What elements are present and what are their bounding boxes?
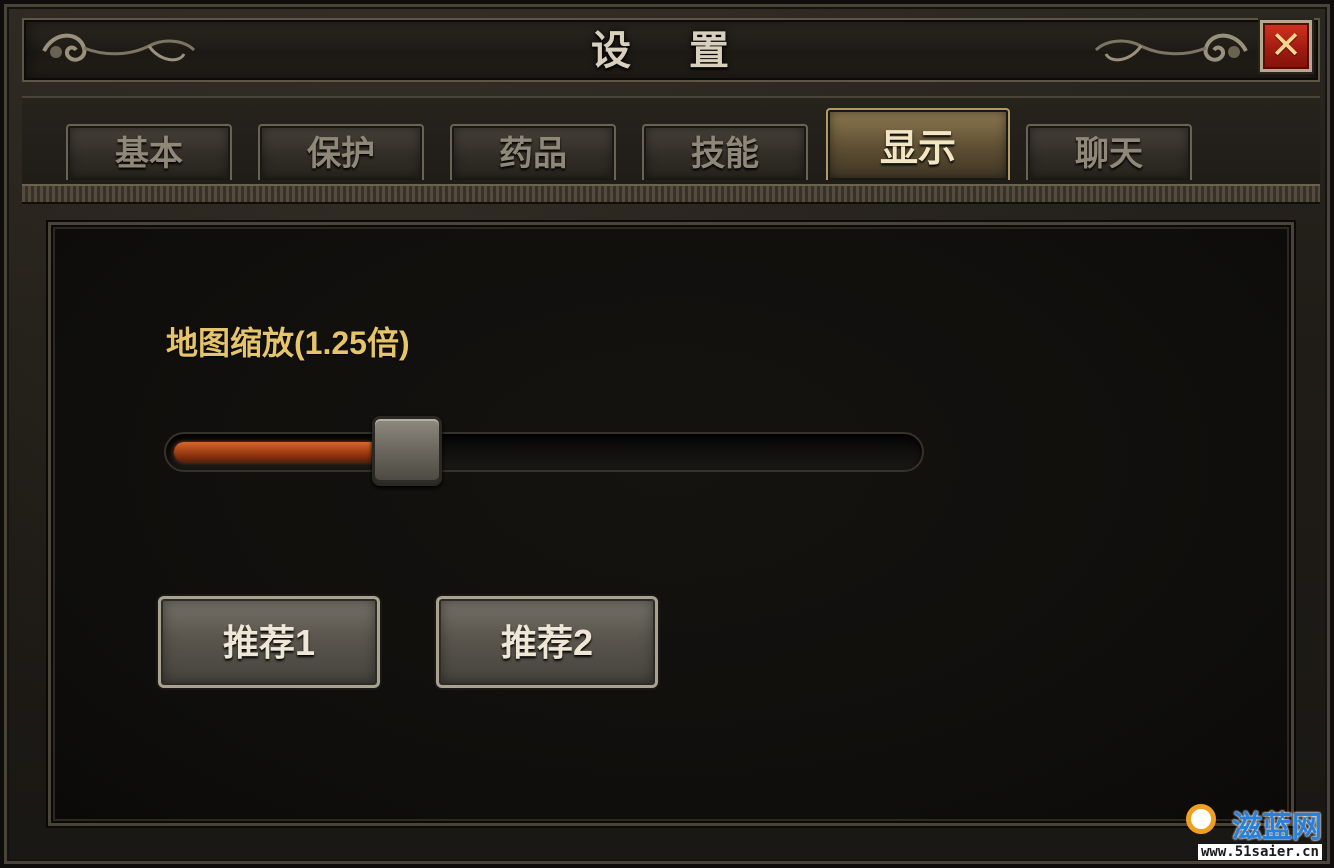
watermark-logo-text: 滋蓝网	[1232, 810, 1322, 845]
map-zoom-slider-fill	[174, 442, 405, 462]
settings-window: 设 置 ✕ 基本 保护 药品 技能 显示 聊天 地图缩放(1.25倍) 推荐1 …	[0, 0, 1334, 868]
tab-divider	[22, 184, 1320, 204]
map-zoom-slider[interactable]	[164, 432, 924, 472]
tab-basic[interactable]: 基本	[66, 124, 232, 180]
map-zoom-slider-handle[interactable]	[372, 416, 442, 486]
title-bar: 设 置	[22, 18, 1320, 82]
close-button[interactable]: ✕	[1260, 20, 1312, 72]
close-icon: ✕	[1270, 23, 1302, 67]
watermark-ring-icon	[1186, 804, 1216, 834]
tab-chat[interactable]: 聊天	[1026, 124, 1192, 180]
tab-skills[interactable]: 技能	[642, 124, 808, 180]
map-zoom-label: 地图缩放(1.25倍)	[166, 325, 410, 361]
scroll-ornament-right-icon	[1094, 33, 1248, 62]
watermark-url: www.51saier.cn	[1197, 844, 1322, 860]
tab-protection[interactable]: 保护	[258, 124, 424, 180]
display-settings-panel	[48, 222, 1294, 826]
preset-1-button[interactable]: 推荐1	[158, 596, 380, 688]
tab-potions[interactable]: 药品	[450, 124, 616, 180]
tab-display[interactable]: 显示	[826, 108, 1010, 180]
watermark-logo: 滋蓝网 www.51saier.cn	[1176, 802, 1326, 862]
preset-2-button[interactable]: 推荐2	[436, 596, 658, 688]
